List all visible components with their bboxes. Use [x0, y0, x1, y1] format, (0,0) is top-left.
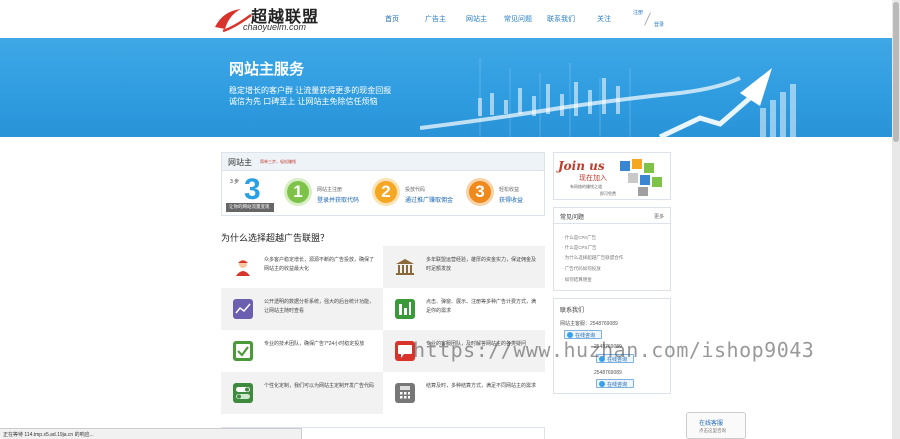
feature-text: 公开透明的数据分析系统，强大的后台统计功能，让网站主随时查看 [264, 299, 375, 314]
banner-subtitle-2: 诚信为先 口碑至上 让网站主免除信任烦恼 [229, 97, 378, 106]
join-us-title: Join us [558, 159, 605, 173]
join-us-line-1: 有网络的赚钱之道 [570, 184, 602, 189]
login-link[interactable]: 登录 [654, 21, 664, 28]
feature-item: 结算及时，多种结算方式，满足不同网站主的需求 [383, 372, 545, 414]
check-icon [233, 341, 253, 361]
auth-divider [644, 12, 651, 26]
feature-text: 专业的技术团队，确保广告7*24小时稳定投放 [264, 341, 365, 347]
qq-icon [599, 381, 605, 387]
toggle-icon [233, 383, 253, 403]
feature-text: 点击、弹窗、展示、注册等多种广告计费方式，满足你的需求 [426, 299, 537, 314]
feature-text: 众多客户稳定增长，源源不断的广告投放，确保了网站主的收益最大化 [264, 257, 375, 272]
contact-qq-3: 2548769089 [594, 370, 622, 376]
browser-status-bar: 正在等待 114.tmp.x5.ad.19ja.cn 的响应... [0, 428, 302, 439]
logo-domain: chaoyuelm.com [243, 22, 307, 32]
step-3-link[interactable]: 获得收益 [499, 195, 523, 204]
floating-service-widget[interactable]: 在线客服 点击这里咨询 [686, 412, 746, 439]
banner-title: 网站主服务 [229, 61, 305, 78]
faq-item[interactable]: · 广告代码如何投放 [562, 266, 601, 272]
bank-icon [395, 257, 415, 277]
step-2-number: 2 [381, 182, 391, 201]
step-1[interactable]: 1 网站主注册 登录并获取代码 [284, 176, 368, 212]
three-steps-label: 3 步 [230, 179, 240, 185]
growth-chart-graphic [420, 58, 796, 137]
auth-links: 注册 登录 [633, 9, 673, 31]
feature-item: 众多客户稳定增长，源源不断的广告投放，确保了网站主的收益最大化 [221, 246, 383, 288]
qq-consult-label: 在线咨询 [607, 382, 628, 388]
register-link[interactable]: 注册 [633, 9, 643, 16]
feature-item: 多年联盟运营经验，雄厚的资金实力，保证佣金及时足额发放 [383, 246, 545, 288]
user-icon [233, 257, 253, 277]
contact-title: 联系我们 [560, 308, 585, 314]
step-3-number: 3 [475, 182, 485, 201]
feature-item: 个性化定制，我们可以为网站主定制开发广告代码 [221, 372, 383, 414]
step-2[interactable]: 2 投放代码 通过推广赚取佣金 [372, 176, 458, 212]
hero-banner: 网站主服务 稳定增长的客户群 让流量获得更多的现金回报 诚信为先 口碑至上 让网… [0, 38, 892, 137]
faq-item[interactable]: · 什么是CPS广告 [562, 245, 597, 251]
feature-item: 专业的技术团队，确保广告7*24小时稳定投放 [221, 330, 383, 372]
nav-home[interactable]: 首页 [385, 14, 399, 24]
why-title: 为什么选择超越广告联盟？ [221, 233, 330, 243]
three-steps-bar-text: 让你的网站流量变现 [229, 204, 270, 209]
site-header: 超越联盟 chaoyuelm.com 首页 广告主 网站主 常见问题 联系我们 … [0, 0, 892, 38]
page-scrollbar[interactable] [892, 0, 900, 439]
banner-subtitle-1: 稳定增长的客户群 让流量获得更多的现金回报 [229, 86, 392, 95]
faq-item[interactable]: · 什么是CPA广告 [562, 235, 596, 241]
faq-panel: 常见问题 更多 · 什么是CPA广告 · 什么是CPS广告 · 为什么选择超越广… [553, 207, 671, 291]
faq-title: 常见问题 [560, 215, 585, 221]
steps-desc: 简单三步，轻松赚钱 [260, 159, 296, 164]
step-3-label: 轻松收益 [499, 187, 520, 193]
faq-item[interactable]: · 为什么选择超越广告联盟合作 [562, 255, 623, 261]
faq-more-link[interactable]: 更多 [654, 213, 664, 220]
nav-publisher[interactable]: 网站主 [466, 14, 487, 24]
qq-consult-button[interactable]: 在线咨询 [596, 379, 634, 388]
faq-header: 常见问题 更多 [554, 208, 670, 224]
floating-service-sub: 点击这里咨询 [699, 428, 726, 433]
feature-item: 公开透明的数据分析系统，强大的后台统计功能，让网站主随时查看 [221, 288, 383, 330]
chart-icon [233, 299, 253, 319]
feature-text: 结算及时，多种结算方式，满足不同网站主的需求 [426, 383, 537, 389]
scrollbar-thumb[interactable] [893, 2, 899, 142]
step-1-link[interactable]: 登录并获取代码 [317, 195, 359, 204]
cubes-icon [620, 159, 662, 196]
feature-item: 点击、弹窗、展示、注册等多种广告计费方式，满足你的需求 [383, 288, 545, 330]
steps-header: 网站主 简单三步，轻松赚钱 [222, 153, 544, 171]
three-steps-number: 3 [244, 173, 261, 206]
step-2-link[interactable]: 通过推广赚取佣金 [405, 195, 453, 204]
feature-text: 个性化定制，我们可以为网站主定制开发广告代码 [264, 383, 375, 389]
nav-faq[interactable]: 常见问题 [504, 14, 532, 24]
watermark-text: https://www.huzhan.com/ishop9043 [413, 338, 815, 362]
status-text: 正在等待 114.tmp.x5.ad.19ja.cn 的响应... [3, 432, 94, 438]
nav-follow[interactable]: 关注 [597, 14, 611, 24]
steps-title: 网站主 [228, 158, 252, 167]
chat-icon [395, 341, 415, 361]
step-1-number: 1 [293, 182, 303, 201]
features-grid: 众多客户稳定增长，源源不断的广告投放，确保了网站主的收益最大化 多年联盟运营经验… [221, 246, 545, 414]
bar-chart-icon [395, 299, 415, 319]
faq-item[interactable]: · 如何结算佣金 [562, 277, 592, 283]
calculator-icon [395, 383, 415, 403]
nav-advertiser[interactable]: 广告主 [425, 14, 446, 24]
floating-service-title: 在线客服 [699, 421, 724, 427]
step-2-label: 投放代码 [405, 187, 426, 193]
join-us-banner[interactable]: Join us 现在加入 有网络的赚钱之道 即可免费 [553, 152, 671, 200]
nav-contact[interactable]: 联系我们 [547, 14, 575, 24]
step-3[interactable]: 3 轻松收益 获得收益 [466, 176, 542, 212]
join-us-subtitle: 现在加入 [579, 175, 607, 182]
feature-text: 多年联盟运营经验，雄厚的资金实力，保证佣金及时足额发放 [426, 257, 537, 272]
contact-qq-1: 网站主客服：2548769089 [560, 321, 618, 327]
site-logo[interactable]: 超越联盟 chaoyuelm.com [213, 2, 328, 36]
three-steps-badge: 3 步 3 让你的网站流量变现 [226, 173, 278, 215]
step-1-label: 网站主注册 [317, 187, 343, 193]
